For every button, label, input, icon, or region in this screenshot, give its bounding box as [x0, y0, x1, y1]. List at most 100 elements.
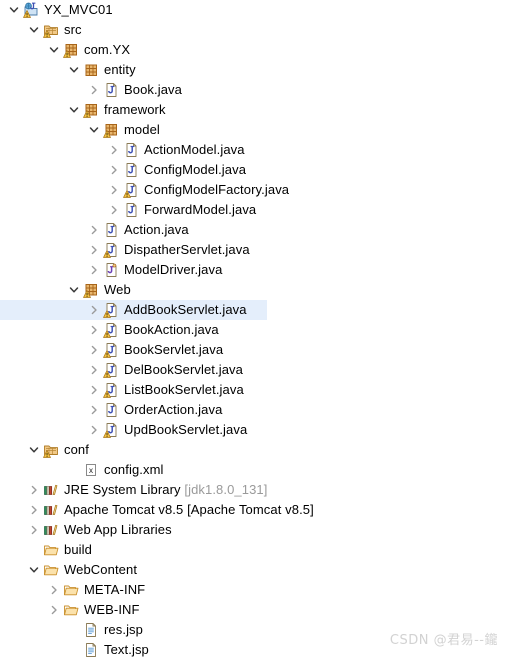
library-icon	[42, 480, 60, 500]
chevron-down-icon[interactable]	[26, 20, 42, 40]
tree-row-label: model	[124, 122, 160, 137]
indent-spacer	[0, 200, 106, 220]
tree-row-label: framework	[104, 102, 166, 117]
tree-row[interactable]: WEB-INF	[0, 600, 506, 620]
package-warning-icon	[82, 280, 100, 300]
tree-row[interactable]: ConfigModel.java	[0, 160, 506, 180]
tree-row[interactable]: Apache Tomcat v8.5 [Apache Tomcat v8.5]	[0, 500, 506, 520]
tree-row-label: config.xml	[104, 462, 164, 477]
chevron-right-icon[interactable]	[86, 220, 102, 240]
tree-row-label: conf	[64, 442, 89, 457]
chevron-right-icon[interactable]	[46, 600, 62, 620]
tree-row[interactable]: src	[0, 20, 506, 40]
chevron-down-icon[interactable]	[46, 40, 62, 60]
tree-row[interactable]: Book.java	[0, 80, 506, 100]
tree-row-label: ConfigModelFactory.java	[144, 182, 290, 197]
chevron-right-icon[interactable]	[86, 320, 102, 340]
indent-spacer	[0, 320, 86, 340]
package-warning-icon	[102, 120, 120, 140]
twisty-spacer	[66, 620, 82, 640]
package-icon	[82, 60, 100, 80]
chevron-down-icon[interactable]	[26, 440, 42, 460]
chevron-down-icon[interactable]	[66, 100, 82, 120]
tree-row[interactable]: ConfigModelFactory.java	[0, 180, 506, 200]
chevron-right-icon[interactable]	[106, 200, 122, 220]
indent-spacer	[0, 20, 26, 40]
tree-row-label: AddBookServlet.java	[124, 302, 247, 317]
tree-row[interactable]: com.YX	[0, 40, 506, 60]
tree-row[interactable]: build	[0, 540, 506, 560]
tree-row[interactable]: WebContent	[0, 560, 506, 580]
java-interface-icon	[102, 260, 120, 280]
indent-spacer	[0, 520, 26, 540]
watermark: CSDN @君易--鑨	[389, 633, 498, 648]
indent-spacer	[0, 180, 106, 200]
chevron-right-icon[interactable]	[26, 480, 42, 500]
tree-row[interactable]: Action.java	[0, 220, 506, 240]
tree-row[interactable]: OrderAction.java	[0, 400, 506, 420]
project-explorer-tree[interactable]: YX_MVC01 src com.YX entity Book.java fra…	[0, 0, 506, 660]
chevron-right-icon[interactable]	[86, 400, 102, 420]
tree-row[interactable]: DispatherServlet.java	[0, 240, 506, 260]
chevron-right-icon[interactable]	[86, 360, 102, 380]
tree-row[interactable]: x config.xml	[0, 460, 506, 480]
tree-row[interactable]: ForwardModel.java	[0, 200, 506, 220]
chevron-right-icon[interactable]	[106, 160, 122, 180]
tree-row-label: com.YX	[84, 42, 131, 57]
chevron-down-icon[interactable]	[86, 120, 102, 140]
indent-spacer	[0, 420, 86, 440]
chevron-down-icon[interactable]	[66, 280, 82, 300]
chevron-right-icon[interactable]	[26, 500, 42, 520]
package-warning-icon	[62, 40, 80, 60]
indent-spacer	[0, 600, 46, 620]
java-class-warning-icon	[122, 180, 140, 200]
tree-row[interactable]: YX_MVC01	[0, 0, 506, 20]
chevron-down-icon[interactable]	[6, 0, 22, 20]
twisty-spacer	[66, 640, 82, 660]
chevron-right-icon[interactable]	[46, 580, 62, 600]
tree-row-label: JRE System Library [jdk1.8.0_131]	[64, 482, 268, 497]
indent-spacer	[0, 380, 86, 400]
tree-row-label: ListBookServlet.java	[124, 382, 244, 397]
tree-row[interactable]: BookAction.java	[0, 320, 506, 340]
tree-row[interactable]: framework	[0, 100, 506, 120]
folder-icon	[42, 540, 60, 560]
tree-row[interactable]: Web	[0, 280, 506, 300]
indent-spacer	[0, 620, 66, 640]
tree-row[interactable]: conf	[0, 440, 506, 460]
chevron-right-icon[interactable]	[86, 420, 102, 440]
tree-row[interactable]: ListBookServlet.java	[0, 380, 506, 400]
chevron-right-icon[interactable]	[106, 180, 122, 200]
tree-row[interactable]: BookServlet.java	[0, 340, 506, 360]
chevron-right-icon[interactable]	[26, 520, 42, 540]
library-icon	[42, 520, 60, 540]
chevron-right-icon[interactable]	[86, 80, 102, 100]
tree-row-label: YX_MVC01	[44, 2, 113, 17]
indent-spacer	[0, 120, 86, 140]
tree-row[interactable]: ActionModel.java	[0, 140, 506, 160]
tree-row[interactable]: AddBookServlet.java	[0, 300, 506, 320]
tree-row[interactable]: ModelDriver.java	[0, 260, 506, 280]
tree-row[interactable]: UpdBookServlet.java	[0, 420, 506, 440]
java-class-icon	[122, 160, 140, 180]
tree-row[interactable]: DelBookServlet.java	[0, 360, 506, 380]
indent-spacer	[0, 40, 46, 60]
chevron-right-icon[interactable]	[86, 380, 102, 400]
tree-row-label: BookAction.java	[124, 322, 219, 337]
chevron-right-icon[interactable]	[86, 300, 102, 320]
indent-spacer	[0, 140, 106, 160]
tree-row[interactable]: entity	[0, 60, 506, 80]
tree-row-label: Web	[104, 282, 131, 297]
tree-row[interactable]: META-INF	[0, 580, 506, 600]
indent-spacer	[0, 560, 26, 580]
chevron-down-icon[interactable]	[66, 60, 82, 80]
chevron-down-icon[interactable]	[26, 560, 42, 580]
tree-row[interactable]: JRE System Library [jdk1.8.0_131]	[0, 480, 506, 500]
chevron-right-icon[interactable]	[86, 340, 102, 360]
tree-row-label: BookServlet.java	[124, 342, 224, 357]
chevron-right-icon[interactable]	[86, 240, 102, 260]
chevron-right-icon[interactable]	[86, 260, 102, 280]
tree-row[interactable]: Web App Libraries	[0, 520, 506, 540]
tree-row[interactable]: model	[0, 120, 506, 140]
chevron-right-icon[interactable]	[106, 140, 122, 160]
